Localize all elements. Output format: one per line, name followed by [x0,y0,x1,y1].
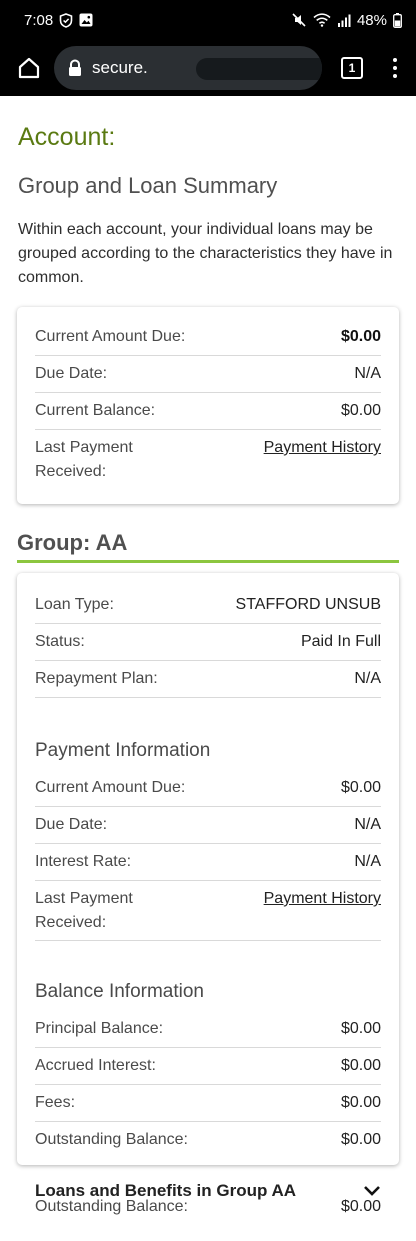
status-time: 7:08 [24,11,54,29]
home-button[interactable] [14,53,44,83]
group-row-outstanding-balance: Outstanding Balance: $0.00 [35,1122,381,1159]
row-value: STAFFORD UNSUB [235,596,381,613]
row-value: $0.00 [340,779,381,796]
tab-switcher-button[interactable]: 1 [332,48,372,88]
row-label: Accrued Interest: [35,1057,156,1074]
payment-history-link[interactable]: Payment History [264,436,381,460]
row-label: Principal Balance: [35,1020,164,1037]
row-value: $0.00 [340,1131,381,1148]
summary-title: Group and Loan Summary [18,173,278,198]
group-row-due-date: Due Date: N/A [35,807,381,844]
row-value: $0.00 [340,328,381,345]
status-bar: 7:08 48% [0,0,416,40]
row-label: Fees: [35,1094,76,1111]
browser-toolbar: secure. 1 [0,40,416,96]
balance-information-title: Balance Information [35,981,204,1002]
group-row-status: Status: Paid In Full [35,624,381,661]
tab-count: 1 [341,57,363,79]
row-value: $0.00 [340,1057,381,1074]
group-row-repayment-plan: Repayment Plan: N/A [35,661,381,698]
summary-row-current-balance: Current Balance: $0.00 [35,393,381,430]
row-value: N/A [354,853,381,870]
row-value: $0.00 [340,1198,381,1215]
row-label: Status: [35,633,85,650]
row-label: Loan Type: [35,596,114,613]
group-row-last-payment: Last Payment Received: Payment History [35,881,381,941]
row-label: Current Amount Due: [35,779,186,796]
shield-icon [59,12,73,28]
loans-benefits-section: Loans and Benefits in Group AA Outstandi… [17,1181,399,1241]
page-content: Account: Group and Loan Summary Within e… [0,123,416,1241]
row-value: $0.00 [340,402,381,419]
row-value: N/A [354,670,381,687]
row-label: Due Date: [35,365,108,382]
row-value: Paid In Full [300,633,381,650]
intro-text: Within each account, your individual loa… [18,221,393,286]
battery-percent: 48% [356,11,387,29]
group-row-principal-balance: Principal Balance: $0.00 [35,1011,381,1048]
address-bar[interactable]: secure. [54,46,322,90]
group-row-current-amount-due: Current Amount Due: $0.00 [35,770,381,807]
group-row-fees: Fees: $0.00 [35,1085,381,1122]
row-label: Last Payment Received: [35,890,133,931]
row-label: Outstanding Balance: [35,1198,188,1215]
row-label: Current Amount Due: [35,328,186,345]
redaction-scribble [196,58,322,80]
image-icon [79,13,93,27]
row-value: N/A [354,816,381,833]
row-value: $0.00 [340,1020,381,1037]
row-label: Repayment Plan: [35,670,158,687]
payment-history-link[interactable]: Payment History [264,887,381,911]
more-vert-icon [393,58,397,62]
summary-row-current-amount-due: Current Amount Due: $0.00 [35,319,381,356]
home-icon [18,57,40,79]
account-title: Account: [18,123,116,151]
row-label: Last Payment Received: [35,439,133,480]
lock-icon [69,59,81,76]
battery-icon [393,12,402,28]
group-title: Group: AA [17,530,399,563]
mute-icon [291,12,307,28]
summary-card: Current Amount Due: $0.00 Due Date: N/A … [17,307,399,504]
payment-information-title: Payment Information [35,740,211,761]
signal-icon [337,14,351,27]
row-label: Current Balance: [35,402,156,419]
group-row-accrued-interest: Accrued Interest: $0.00 [35,1048,381,1085]
row-label: Due Date: [35,816,108,833]
group-card: Loan Type: STAFFORD UNSUB Status: Paid I… [17,573,399,1165]
summary-row-last-payment: Last Payment Received: Payment History [35,430,381,490]
group-row-loan-type: Loan Type: STAFFORD UNSUB [35,587,381,624]
row-label: Outstanding Balance: [35,1131,188,1148]
wifi-icon [313,13,331,27]
more-menu-button[interactable] [382,48,408,88]
row-label: Interest Rate: [35,853,132,870]
summary-row-due-date: Due Date: N/A [35,356,381,393]
row-value: N/A [354,365,381,382]
row-value: $0.00 [340,1094,381,1111]
url-text: secure. [92,58,148,77]
group-row-interest-rate: Interest Rate: N/A [35,844,381,881]
